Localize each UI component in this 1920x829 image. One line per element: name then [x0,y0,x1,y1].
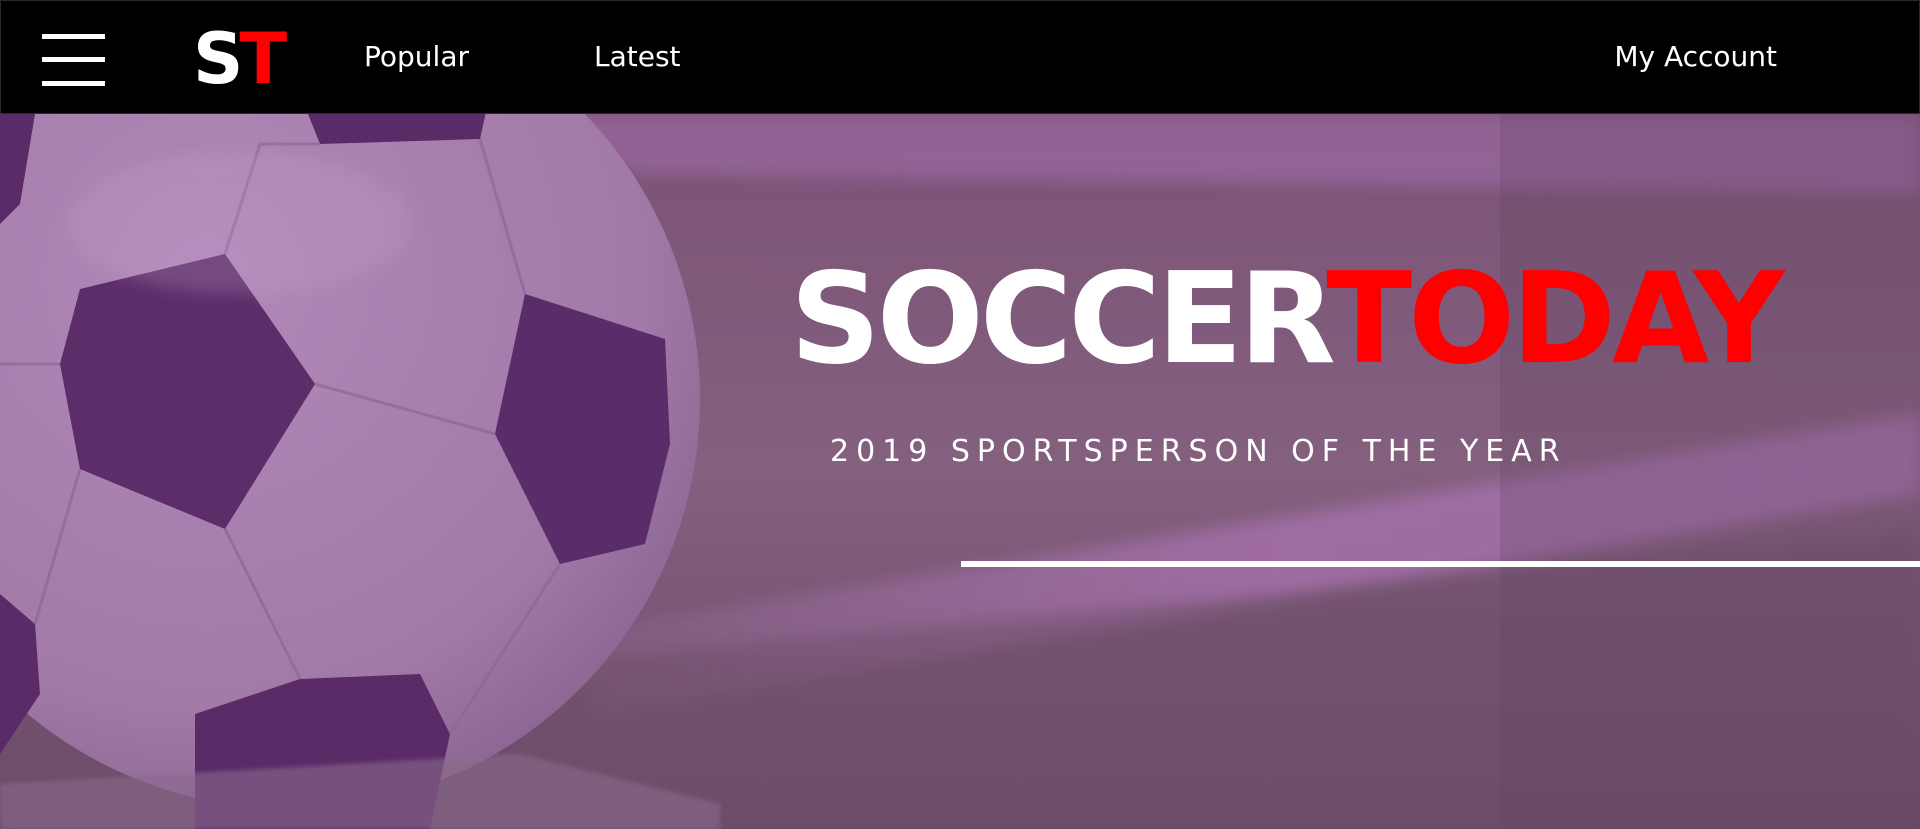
menu-bar [42,57,105,62]
hero-title-soccer: SOCCER [790,245,1330,392]
hero-divider [961,561,1920,567]
logo-letter-t: T [239,18,287,100]
site-logo[interactable]: ST [193,18,287,100]
hero-banner: SOCCERTODAY 2019 SPORTSPERSON OF THE YEA… [0,114,1920,829]
hero-subtitle: 2019 SPORTSPERSON OF THE YEAR [830,434,1567,469]
top-navbar: ST Popular Latest My Account [0,0,1920,114]
page: ST Popular Latest My Account SOCCERTODAY… [0,0,1920,829]
my-account-link[interactable]: My Account [1614,37,1777,77]
menu-bar [42,34,105,39]
nav-link-latest[interactable]: Latest [594,37,681,77]
menu-bar [42,81,105,86]
hero-title-today: TODAY [1326,245,1784,392]
logo-letter-s: S [193,18,243,100]
hamburger-menu-icon[interactable] [39,32,107,86]
nav-link-popular[interactable]: Popular [364,37,469,77]
hero-title: SOCCERTODAY [790,249,1785,389]
